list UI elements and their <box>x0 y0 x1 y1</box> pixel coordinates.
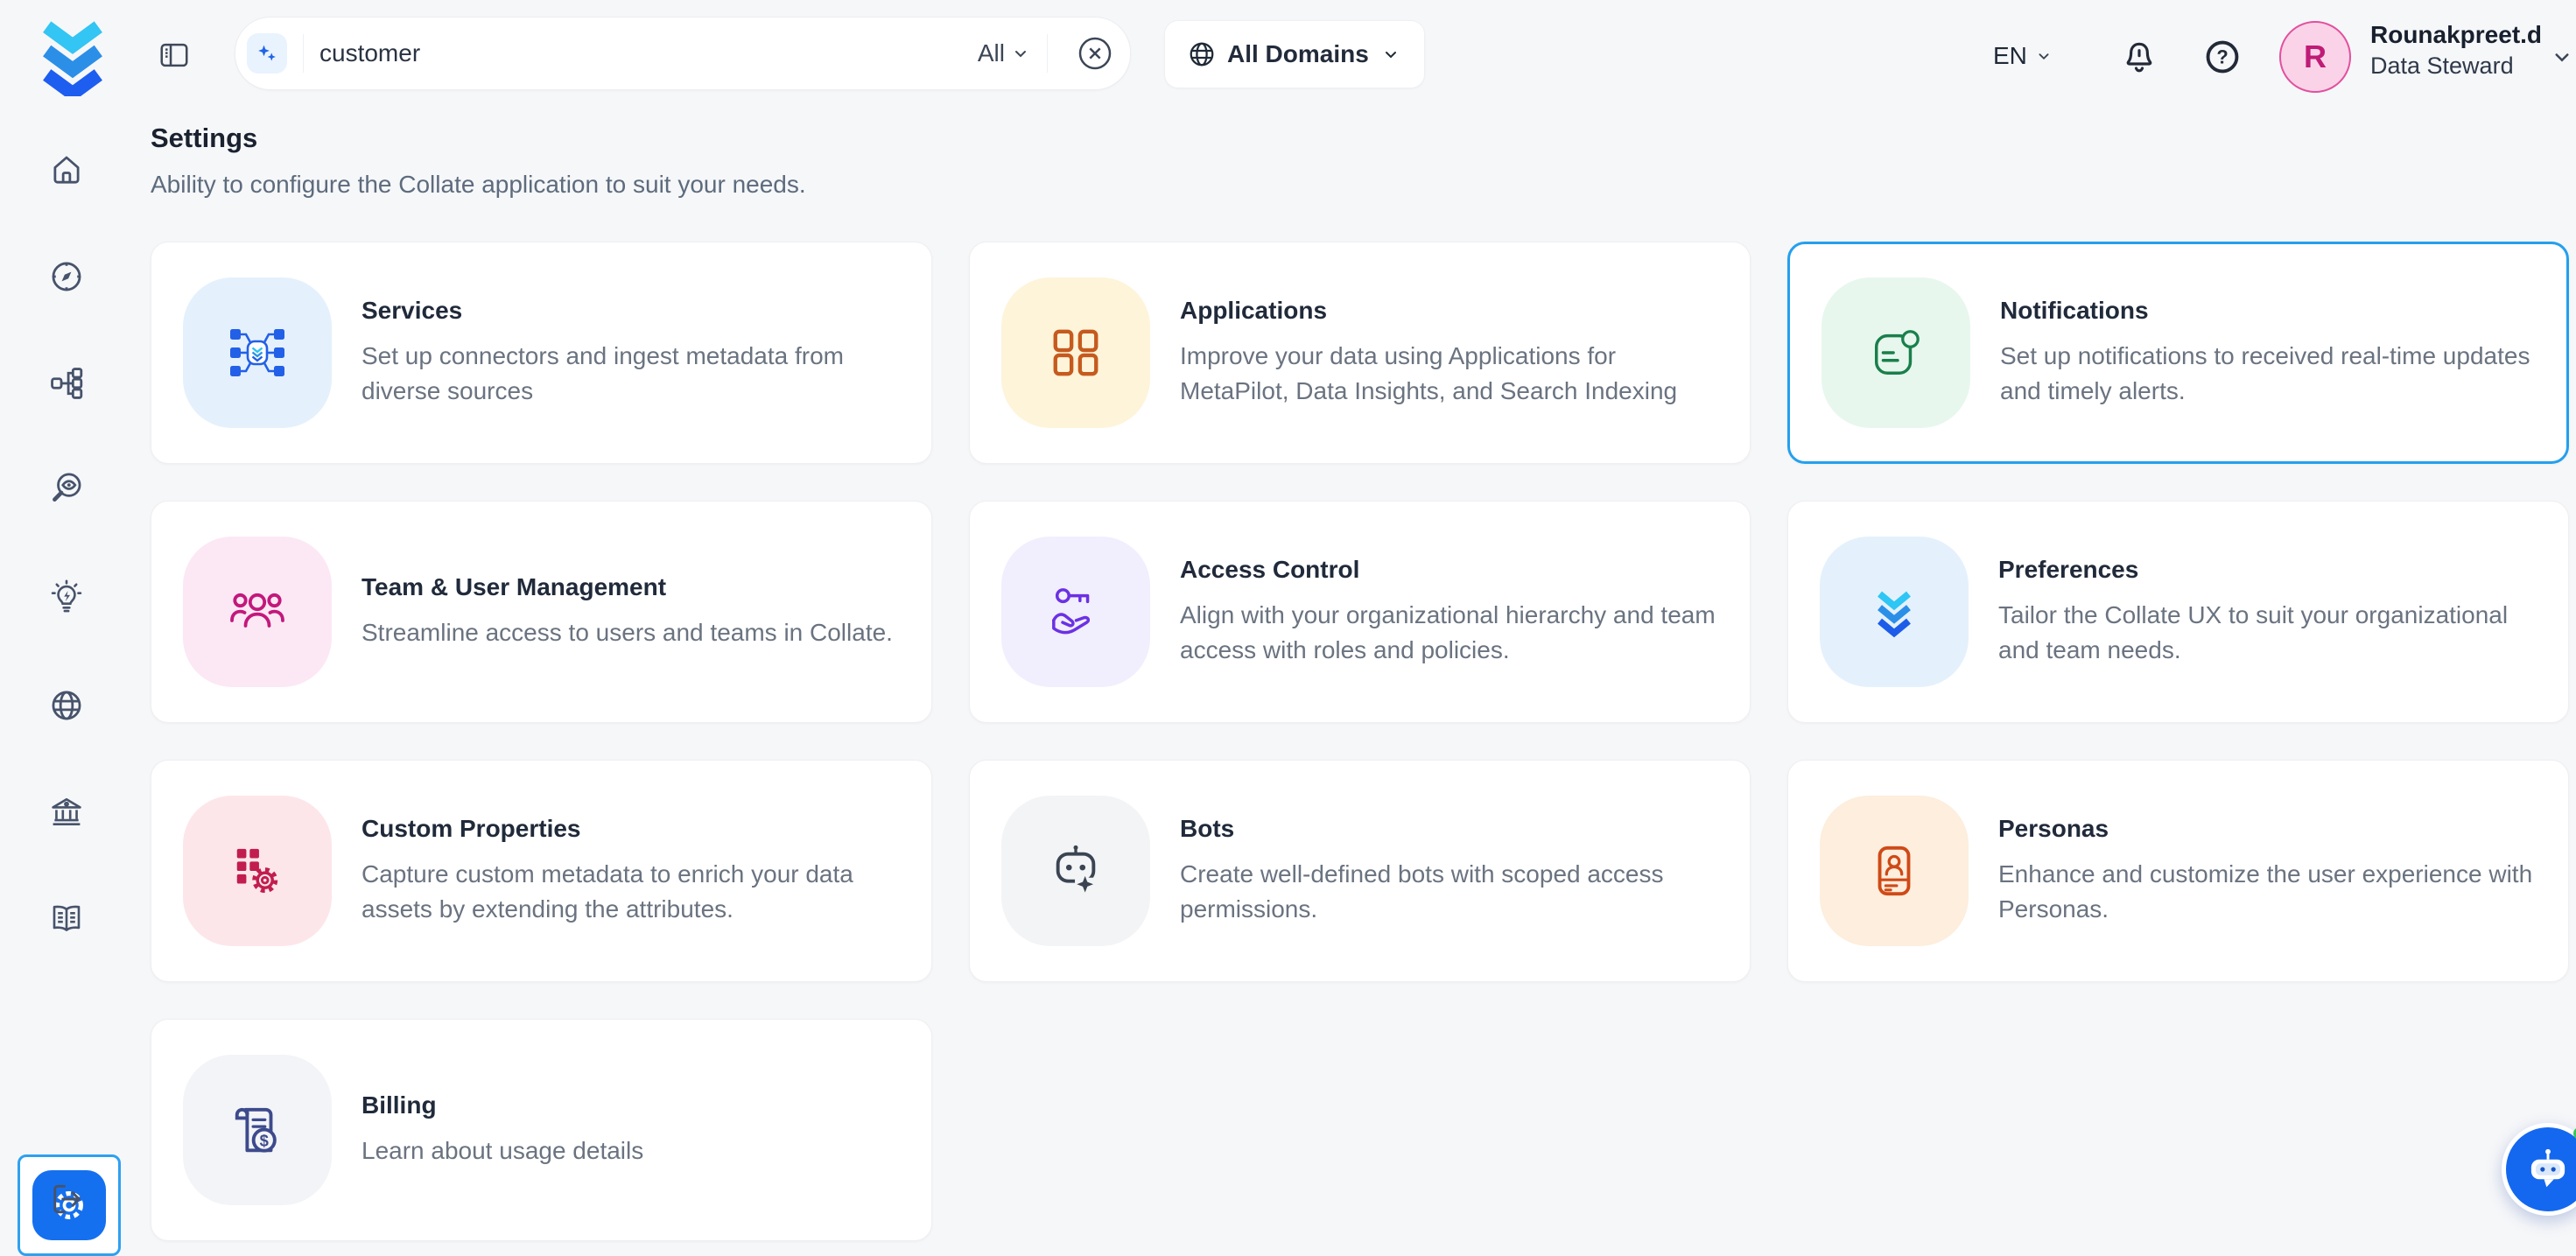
settings-card-applications[interactable]: Applications Improve your data using App… <box>969 242 1751 464</box>
card-title: Team & User Management <box>361 573 893 601</box>
notifications-bell-button[interactable] <box>2122 39 2157 74</box>
user-name: Rounakpreet.d <box>2370 19 2542 51</box>
card-title: Bots <box>1180 815 1723 843</box>
user-avatar[interactable]: R <box>2279 21 2351 93</box>
settings-card-access-control[interactable]: Access Control Align with your organizat… <box>969 501 1751 723</box>
globe-icon <box>1188 40 1216 68</box>
card-title: Preferences <box>1998 556 2542 584</box>
domains-label: All Domains <box>1227 40 1369 68</box>
language-label: EN <box>1993 42 2027 70</box>
sidebar-item-data-assets[interactable] <box>48 365 85 402</box>
card-description: Enhance and customize the user experienc… <box>1998 857 2542 927</box>
settings-card-team-user-management[interactable]: Team & User Management Streamline access… <box>151 501 932 723</box>
clear-search-button[interactable] <box>1077 36 1113 71</box>
search-scope-dropdown[interactable]: All <box>978 39 1031 67</box>
card-description: Align with your organizational hierarchy… <box>1180 598 1723 668</box>
bell-icon <box>2122 39 2157 74</box>
sidebar-item-logout[interactable] <box>48 1181 85 1217</box>
sidebar-item-glossary[interactable] <box>48 901 85 937</box>
search-input[interactable]: customer <box>319 39 978 67</box>
sidebar-item-governance[interactable] <box>48 794 85 831</box>
card-title: Services <box>361 297 905 325</box>
domains-dropdown[interactable]: All Domains <box>1164 20 1425 88</box>
settings-cards-grid: Services Set up connectors and ingest me… <box>151 242 2569 1241</box>
settings-card-notifications[interactable]: Notifications Set up notifications to re… <box>1787 242 2569 464</box>
card-description: Learn about usage details <box>361 1133 643 1168</box>
applications-icon <box>1001 277 1150 428</box>
card-title: Billing <box>361 1091 643 1119</box>
search-scope-label: All <box>978 39 1005 67</box>
card-description: Improve your data using Applications for… <box>1180 339 1723 409</box>
divider <box>1047 34 1048 73</box>
page-subtitle: Ability to configure the Collate applica… <box>151 171 806 199</box>
bot-icon <box>1001 796 1150 946</box>
card-title: Personas <box>1998 815 2542 843</box>
card-description: Set up notifications to received real-ti… <box>2000 339 2540 409</box>
lightbulb-bolt-icon <box>48 579 85 615</box>
settings-card-bots[interactable]: Bots Create well-defined bots with scope… <box>969 760 1751 982</box>
settings-card-services[interactable]: Services Set up connectors and ingest me… <box>151 242 932 464</box>
avatar-initial: R <box>2304 39 2327 75</box>
card-description: Streamline access to users and teams in … <box>361 615 893 650</box>
card-description: Capture custom metadata to enrich your d… <box>361 857 905 927</box>
language-dropdown[interactable]: EN <box>1993 0 2053 111</box>
svg-text:?: ? <box>2216 46 2228 68</box>
sidebar-item-observability[interactable] <box>48 470 85 507</box>
settings-card-personas[interactable]: Personas Enhance and customize the user … <box>1787 760 2569 982</box>
home-icon <box>48 151 85 188</box>
chevron-down-icon <box>2034 46 2053 66</box>
services-icon <box>183 277 332 428</box>
help-button[interactable]: ? <box>2204 39 2241 75</box>
open-book-icon <box>48 901 85 937</box>
settings-card-custom-properties[interactable]: Custom Properties Capture custom metadat… <box>151 760 932 982</box>
sidebar-item-domains[interactable] <box>48 687 85 724</box>
card-title: Access Control <box>1180 556 1723 584</box>
collate-chevrons-icon <box>1820 537 1969 687</box>
user-role: Data Steward <box>2370 51 2542 81</box>
chevron-down-icon <box>1380 44 1401 65</box>
bank-icon <box>48 794 85 831</box>
settings-card-preferences[interactable]: Preferences Tailor the Collate UX to sui… <box>1787 501 2569 723</box>
collate-logo[interactable] <box>35 12 110 96</box>
chat-bot-icon <box>2524 1146 2572 1193</box>
card-description: Tailor the Collate UX to suit your organ… <box>1998 598 2542 668</box>
chevron-down-icon <box>1010 43 1031 64</box>
user-menu-chevron-icon[interactable] <box>2549 44 2575 70</box>
ai-sparkles-icon[interactable] <box>247 33 287 74</box>
persona-card-icon <box>1820 796 1969 946</box>
settings-card-billing[interactable]: $ Billing Learn about usage details <box>151 1019 932 1241</box>
sidebar-item-explore[interactable] <box>48 258 85 295</box>
user-meta[interactable]: Rounakpreet.d Data Steward <box>2370 19 2542 81</box>
page-title: Settings <box>151 123 257 154</box>
card-title: Applications <box>1180 297 1723 325</box>
help-icon: ? <box>2204 39 2241 75</box>
global-search-bar[interactable]: customer All <box>235 17 1131 90</box>
card-title: Notifications <box>2000 297 2540 325</box>
sitemap-icon <box>48 365 85 402</box>
card-description: Set up connectors and ingest metadata fr… <box>361 339 905 409</box>
key-hand-icon <box>1001 537 1150 687</box>
logout-icon <box>48 1181 85 1217</box>
notifications-icon <box>1821 277 1970 428</box>
sidebar-nav <box>0 111 133 1246</box>
search-eye-icon <box>48 470 85 507</box>
sidebar-toggle-icon[interactable] <box>158 39 191 72</box>
team-users-icon <box>183 537 332 687</box>
svg-text:$: $ <box>260 1131 269 1149</box>
card-title: Custom Properties <box>361 815 905 843</box>
sidebar-item-home[interactable] <box>48 151 85 188</box>
billing-receipt-icon: $ <box>183 1055 332 1205</box>
card-description: Create well-defined bots with scoped acc… <box>1180 857 1723 927</box>
topbar: customer All All Domains EN <box>0 0 2576 111</box>
compass-icon <box>48 258 85 295</box>
custom-properties-icon <box>183 796 332 946</box>
globe-icon <box>48 687 85 724</box>
sidebar-item-insights[interactable] <box>48 579 85 615</box>
divider <box>303 34 304 73</box>
